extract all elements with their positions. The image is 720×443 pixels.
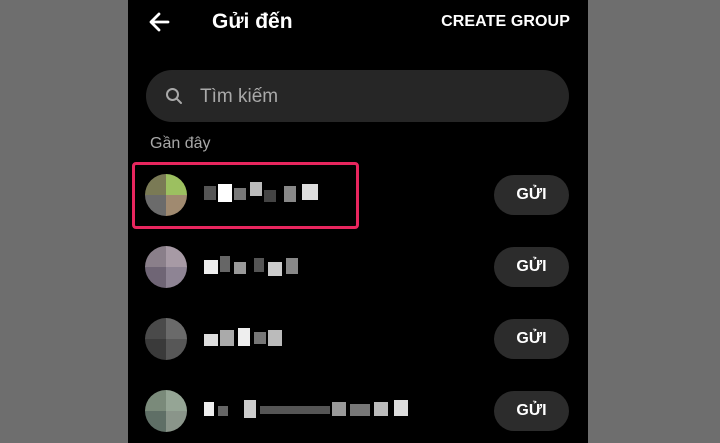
top-bar: Gửi đến CREATE GROUP (128, 0, 588, 48)
send-button[interactable]: GỬI (494, 319, 569, 359)
create-group-button[interactable]: CREATE GROUP (441, 13, 570, 31)
page-title: Gửi đến (212, 10, 293, 33)
contact-row[interactable]: GỬI (128, 380, 588, 443)
avatar (145, 390, 187, 432)
avatar (145, 174, 187, 216)
recent-section-label: Gần đây (150, 135, 211, 152)
search-icon (166, 88, 182, 104)
share-sheet-screen: Gửi đến CREATE GROUP Gần đây GỬI (128, 0, 588, 443)
search-input[interactable] (198, 70, 552, 124)
send-button[interactable]: GỬI (494, 175, 569, 215)
contact-row[interactable]: GỬI (128, 236, 588, 306)
avatar (145, 246, 187, 288)
search-bar[interactable] (146, 70, 569, 124)
back-button[interactable] (146, 8, 174, 36)
contact-row[interactable]: GỬI (128, 164, 588, 234)
avatar (145, 318, 187, 360)
send-button[interactable]: GỬI (494, 391, 569, 431)
send-button[interactable]: GỬI (494, 247, 569, 287)
contact-row[interactable]: GỬI (128, 308, 588, 378)
arrow-left-icon (149, 12, 170, 32)
